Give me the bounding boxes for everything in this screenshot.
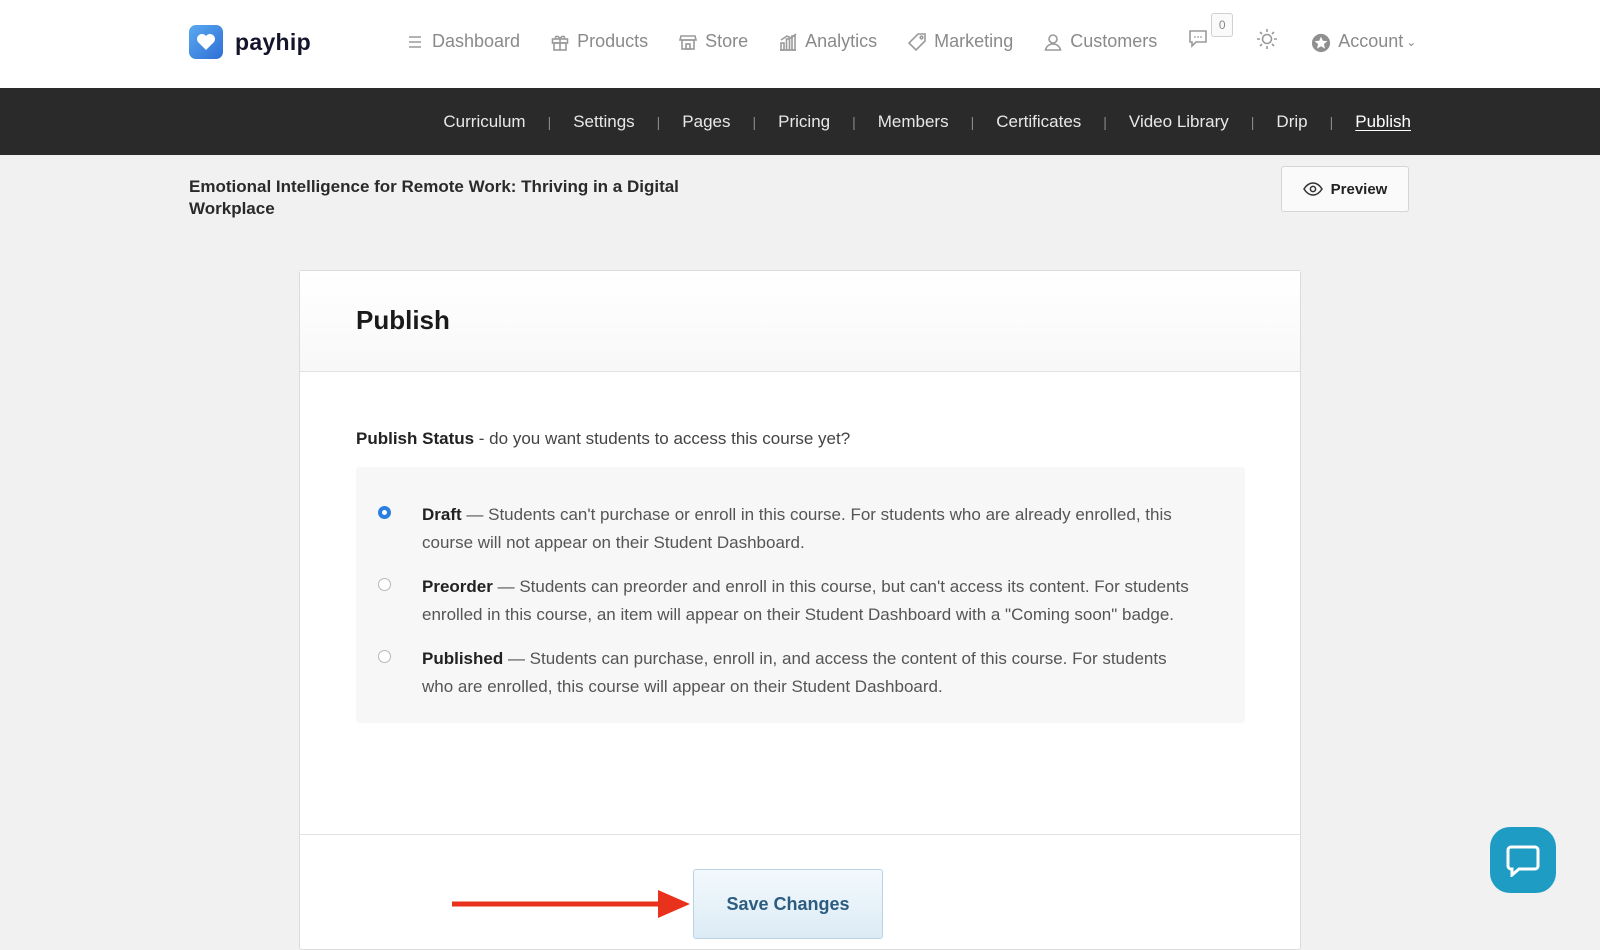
publish-heading: Publish [356,305,450,335]
account-menu[interactable]: Account ⌄ [1311,31,1416,52]
heart-tag-icon [189,25,223,59]
nav-label: Store [705,31,749,51]
nav-divider: | [1250,113,1255,130]
nav-divider: | [1329,113,1334,130]
store-icon [678,32,698,52]
option-text: Preorder — Students can preorder and enr… [422,573,1198,629]
publish-card: Publish Publish Status - do you want stu… [299,270,1301,950]
tab-curriculum[interactable]: Curriculum [443,112,525,132]
chat-bubble-icon [1506,845,1540,877]
nav-analytics[interactable]: Analytics [778,31,877,52]
tab-drip[interactable]: Drip [1276,112,1307,132]
annotation-arrow [452,890,690,918]
top-header: payhip Dashboard Products Store Analytic… [0,0,1600,89]
chat-bubbles-icon [1187,28,1213,55]
nav-products[interactable]: Products [550,31,648,52]
tag-icon [907,32,927,52]
option-name: Preorder [422,577,493,596]
option-name: Draft [422,505,462,524]
payhip-logo[interactable]: payhip [189,25,311,59]
tab-pricing[interactable]: Pricing [778,112,830,132]
user-icon [1043,32,1063,52]
nav-label: Marketing [934,31,1014,51]
radio-published[interactable] [378,650,391,663]
nav-store[interactable]: Store [678,31,748,52]
nav-divider: | [656,113,661,130]
save-changes-button[interactable]: Save Changes [693,869,883,939]
status-question: - do you want students to access this co… [474,429,851,448]
nav-divider: | [970,113,975,130]
option-desc: — Students can preorder and enroll in th… [422,577,1189,624]
publish-options: Draft — Students can't purchase or enrol… [356,467,1245,723]
nav-divider: | [852,113,856,130]
course-nav-bar: Curriculum | Settings | Pages | Pricing … [0,88,1600,155]
option-text: Published — Students can purchase, enrol… [422,645,1198,701]
tab-settings[interactable]: Settings [573,112,634,132]
option-desc: — Students can purchase, enroll in, and … [422,649,1167,696]
nav-divider: | [547,113,552,130]
preview-button[interactable]: Preview [1281,166,1409,212]
eye-icon [1302,182,1323,196]
nav-label: Products [577,31,649,51]
status-label-strong: Publish Status [356,429,475,448]
tab-pages[interactable]: Pages [682,112,730,132]
help-chat-button[interactable] [1490,827,1556,893]
menu-icon [405,32,425,52]
nav-label: Customers [1070,31,1158,51]
brand-name: payhip [235,28,311,55]
radio-preorder[interactable] [378,578,391,591]
preview-label: Preview [1330,180,1388,198]
option-published[interactable]: Published — Students can purchase, enrol… [378,645,1198,701]
main-nav: Dashboard Products Store Analytics Marke… [405,13,1446,56]
account-label: Account [1338,31,1404,51]
nav-divider: | [1103,113,1107,130]
tab-publish[interactable]: Publish [1355,112,1411,132]
account-badge-icon [1311,32,1331,52]
theme-toggle-button[interactable] [1255,27,1279,56]
option-preorder[interactable]: Preorder — Students can preorder and enr… [378,573,1198,629]
radio-draft[interactable] [378,506,391,519]
card-header: Publish [300,271,1300,372]
gift-icon [550,32,570,52]
option-name: Published [422,649,504,668]
sun-icon [1255,27,1279,56]
publish-status-label: Publish Status - do you want students to… [356,429,850,449]
course-nav-list: Curriculum | Settings | Pages | Pricing … [443,88,1411,155]
tab-video-library[interactable]: Video Library [1129,112,1229,132]
nav-label: Analytics [805,31,878,51]
option-text: Draft — Students can't purchase or enrol… [422,501,1198,557]
nav-divider: | [752,113,757,130]
tab-certificates[interactable]: Certificates [996,112,1081,132]
option-draft[interactable]: Draft — Students can't purchase or enrol… [378,501,1198,557]
card-footer-divider [300,834,1300,835]
nav-dashboard[interactable]: Dashboard [405,31,520,52]
analytics-icon [778,32,798,52]
course-title: Emotional Intelligence for Remote Work: … [189,177,679,218]
nav-label: Dashboard [432,31,521,51]
option-desc: — Students can't purchase or enroll in t… [422,505,1172,552]
tab-members[interactable]: Members [878,112,949,132]
chevron-down-icon: ⌄ [1406,34,1417,49]
nav-marketing[interactable]: Marketing [907,31,1013,52]
messages-count-badge: 0 [1211,13,1234,37]
nav-customers[interactable]: Customers [1043,31,1157,52]
messages-button[interactable]: 0 [1187,13,1234,55]
